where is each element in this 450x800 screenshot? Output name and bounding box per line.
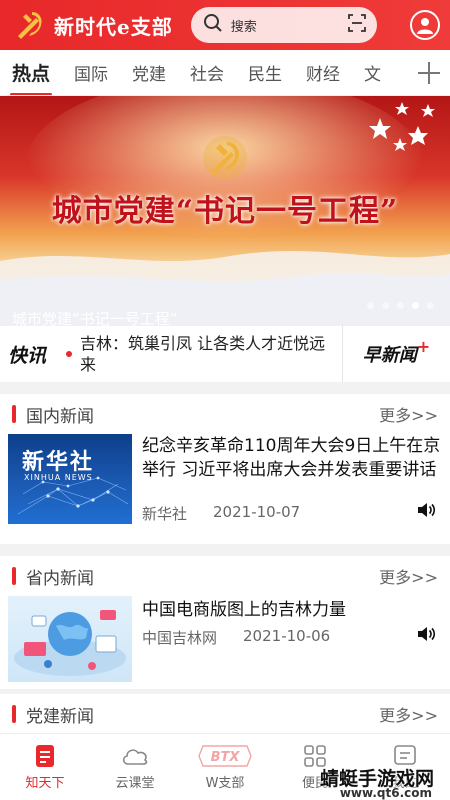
category-tabs: 热点 国际 党建 社会 民生 财经 文 — [0, 50, 450, 96]
thumbnail-logo-sub: XINHUA NEWS — [24, 473, 93, 482]
domestic-news-section: 国内新闻 更多>> 新华社 XINHUA NEWS 纪念辛亥革命110周年大会9… — [0, 394, 450, 544]
top-header: 新时代e支部 搜索 — [0, 0, 450, 50]
news-body: 中国电商版图上的吉林力量 中国吉林网 2021-10-06 — [132, 596, 442, 684]
app-title: 新时代e支部 — [54, 14, 173, 39]
nav-w-branch[interactable]: BTX W支部 — [180, 734, 270, 800]
section-header: 国内新闻 更多>> — [0, 394, 450, 434]
section-title: 省内新闻 — [26, 568, 94, 589]
carousel-dot-active[interactable] — [412, 302, 419, 309]
nav-label: W支部 — [205, 776, 245, 791]
morning-news-label: 早新闻 — [362, 345, 417, 366]
user-avatar-icon[interactable] — [410, 10, 440, 40]
carousel-dot[interactable] — [382, 302, 389, 309]
news-meta: 中国吉林网 2021-10-06 — [142, 627, 330, 648]
add-tab-icon[interactable] — [408, 50, 450, 95]
nav-label: 知天下 — [25, 776, 65, 791]
carousel-dot[interactable] — [397, 302, 404, 309]
section-accent-bar — [12, 567, 16, 585]
news-body: 纪念辛亥革命110周年大会9日上午在京举行 习近平将出席大会并发表重要讲话 新华… — [132, 434, 442, 528]
tab-livelihood[interactable]: 民生 — [236, 50, 294, 95]
banner-carousel[interactable]: 城市党建“书记一号工程” 城市党建“书记一号工程” — [0, 96, 450, 326]
search-input[interactable]: 搜索 — [190, 7, 377, 43]
news-source: 中国吉林网 — [142, 629, 218, 647]
scan-icon[interactable] — [347, 13, 367, 37]
news-thumbnail: 新华社 XINHUA NEWS — [8, 434, 132, 524]
nav-know-world[interactable]: 知天下 — [0, 734, 90, 800]
tab-hot[interactable]: 热点 — [0, 50, 62, 95]
news-title[interactable]: 中国电商版图上的吉林力量 — [142, 598, 442, 622]
news-source: 新华社 — [142, 505, 188, 523]
nav-cloud-class[interactable]: 云课堂 — [90, 734, 180, 800]
news-doc-icon — [36, 745, 54, 767]
news-date: 2021-10-07 — [213, 503, 301, 521]
provincial-news-section: 省内新闻 更多>> 中国电商版图上的吉林力量 中国吉林网 2021-10-06 — [0, 556, 450, 689]
tab-finance[interactable]: 财经 — [294, 50, 352, 95]
thumbnail-logo-text: 新华社 — [22, 450, 95, 475]
carousel-indicator — [367, 302, 434, 309]
section-accent-bar — [12, 405, 16, 423]
btx-badge-text: BTX — [211, 750, 241, 765]
section-header: 省内新闻 更多>> — [0, 556, 450, 596]
party-emblem-icon — [10, 6, 48, 44]
hammer-sickle-icon — [203, 136, 247, 180]
speaker-icon[interactable] — [416, 502, 436, 522]
site-watermark: 蜻蜓手游戏网 www.qt6.com — [320, 764, 434, 800]
flash-news-bar[interactable]: 快讯 吉林：筑巢引凤 让各类人才近悦远来 早新闻 + — [0, 326, 450, 382]
more-link[interactable]: 更多>> — [379, 402, 438, 426]
news-item[interactable]: 中国电商版图上的吉林力量 中国吉林网 2021-10-06 — [0, 596, 450, 684]
section-title: 党建新闻 — [26, 706, 94, 727]
app-root: 新时代e支部 搜索 热点 国际 党建 社会 民生 财经 文 城市党建“书记一号工… — [0, 0, 450, 800]
more-link[interactable]: 更多>> — [379, 564, 438, 588]
tab-society[interactable]: 社会 — [178, 50, 236, 95]
section-header: 党建新闻 更多>> — [0, 694, 450, 734]
watermark-url: www.qt6.com — [339, 786, 432, 800]
speaker-icon[interactable] — [416, 626, 436, 646]
news-date: 2021-10-06 — [243, 627, 331, 645]
morning-news-button[interactable]: 早新闻 + — [342, 326, 450, 382]
ecommerce-illustration — [14, 610, 126, 676]
search-icon — [203, 13, 223, 37]
section-accent-bar — [12, 705, 16, 723]
tab-culture[interactable]: 文 — [352, 50, 393, 95]
section-title: 国内新闻 — [26, 406, 94, 427]
morning-news-plus: + — [416, 336, 431, 356]
btx-logo-icon: BTX — [198, 745, 252, 767]
search-placeholder: 搜索 — [230, 19, 257, 35]
flash-bullet — [66, 351, 72, 357]
news-title[interactable]: 纪念辛亥革命110周年大会9日上午在京举行 习近平将出席大会并发表重要讲话 — [142, 434, 442, 482]
banner-headline: 城市党建“书记一号工程” — [51, 194, 399, 229]
news-item[interactable]: 新华社 XINHUA NEWS 纪念辛亥革命110周年大会9日上午在京举行 习近… — [0, 434, 450, 528]
news-thumbnail — [8, 596, 132, 682]
party-news-section: 党建新闻 更多>> — [0, 694, 450, 734]
carousel-dot[interactable] — [367, 302, 374, 309]
news-meta: 新华社 2021-10-07 — [142, 503, 300, 524]
tab-international[interactable]: 国际 — [62, 50, 120, 95]
nav-label: 云课堂 — [115, 776, 155, 791]
flash-news-text[interactable]: 吉林：筑巢引凤 让各类人才近悦远来 — [80, 333, 336, 375]
more-link[interactable]: 更多>> — [379, 702, 438, 726]
cloud-icon — [122, 749, 148, 765]
flash-label: 快讯 — [8, 344, 47, 367]
carousel-dot[interactable] — [427, 302, 434, 309]
banner-caption: 城市党建“书记一号工程” — [12, 310, 178, 326]
tab-party-building[interactable]: 党建 — [120, 50, 178, 95]
